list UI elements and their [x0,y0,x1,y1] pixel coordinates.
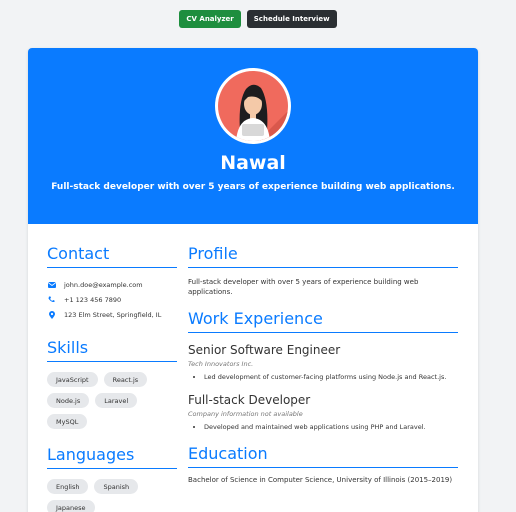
job-entry: Senior Software Engineer Tech Innovators… [188,343,458,383]
skill-tag: React.js [103,372,148,387]
profile-heading: Profile [188,244,458,268]
right-column: Profile Full-stack developer with over 5… [188,244,458,484]
schedule-interview-button[interactable]: Schedule Interview [246,10,337,28]
contact-address: 123 Elm Street, Springfield, IL [47,307,177,322]
contact-phone-text[interactable]: +1 123 456 7890 [64,296,121,304]
location-pin-icon [47,310,56,319]
resume-header: Nawal Full-stack developer with over 5 y… [28,48,478,224]
candidate-name: Nawal [220,152,286,174]
contact-email-text[interactable]: john.doe@example.com [64,281,143,289]
job-bullets: Developed and maintained web application… [204,423,458,433]
contact-list: john.doe@example.com +1 123 456 7890 123… [47,277,177,322]
skill-tag: JavaScript [47,372,98,387]
skill-tag: Laravel [95,393,138,408]
education-heading: Education [188,444,458,468]
avatar-illustration-icon [218,71,288,141]
job-bullet: Developed and maintained web application… [204,423,458,433]
skill-tag: Node.js [47,393,90,408]
job-company: Company information not available [188,409,303,418]
job-title: Senior Software Engineer [188,343,341,357]
languages-heading: Languages [47,445,177,469]
candidate-tagline: Full-stack developer with over 5 years o… [51,182,455,192]
top-toolbar: CV Analyzer Schedule Interview [0,10,516,28]
phone-icon [47,295,56,304]
contact-address-text: 123 Elm Street, Springfield, IL [64,310,162,319]
cv-analyzer-button[interactable]: CV Analyzer [179,10,241,28]
left-column: Contact john.doe@example.com +1 123 456 … [47,244,177,512]
contact-phone: +1 123 456 7890 [47,292,177,307]
language-tag: English [47,479,89,494]
languages-tags: English Spanish Japanese [47,479,177,512]
job-entry: Full-stack Developer Company information… [188,393,458,433]
contact-heading: Contact [47,244,177,268]
envelope-icon [47,280,56,289]
job-bullet: Led development of customer-facing platf… [204,373,458,383]
job-title: Full-stack Developer [188,392,311,407]
language-tag: Japanese [47,500,95,512]
skills-tags: JavaScript React.js Node.js Laravel MySQ… [47,372,177,429]
education-entry: Bachelor of Science in Computer Science,… [188,476,453,484]
skill-tag: MySQL [47,414,88,429]
profile-summary: Full-stack developer with over 5 years o… [188,278,419,296]
job-company: Tech Innovators Inc. [188,360,254,368]
avatar [215,68,291,144]
resume-card: Nawal Full-stack developer with over 5 y… [28,48,478,512]
contact-email: john.doe@example.com [47,277,177,292]
job-bullets: Led development of customer-facing platf… [204,373,458,383]
language-tag: Spanish [94,479,139,494]
experience-heading: Work Experience [188,309,458,333]
skills-heading: Skills [47,338,177,362]
